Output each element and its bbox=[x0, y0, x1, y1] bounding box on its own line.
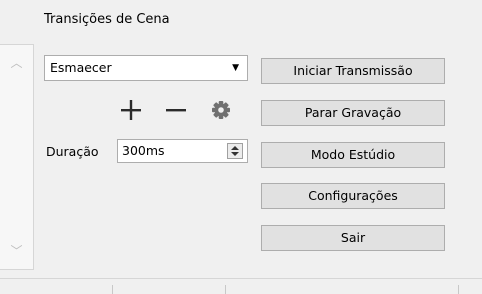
minus-icon[interactable] bbox=[158, 92, 194, 128]
gear-icon[interactable] bbox=[203, 92, 239, 128]
spin-arrows-icon[interactable] bbox=[227, 143, 243, 159]
stop-recording-button[interactable]: Parar Gravação bbox=[261, 100, 445, 126]
status-bar-divider bbox=[0, 278, 482, 279]
studio-mode-button[interactable]: Modo Estúdio bbox=[261, 142, 445, 168]
transition-select-value: Esmaecer bbox=[50, 60, 112, 75]
transition-select[interactable]: Esmaecer ▼ bbox=[44, 55, 248, 81]
exit-button[interactable]: Sair bbox=[261, 225, 445, 251]
scene-transitions-panel-title: Transições de Cena bbox=[44, 12, 170, 27]
status-bar-separator bbox=[458, 285, 459, 294]
plus-icon[interactable] bbox=[113, 92, 149, 128]
spin-up-icon[interactable] bbox=[231, 146, 239, 150]
status-bar-separator bbox=[112, 285, 113, 294]
duration-value[interactable]: 300ms bbox=[122, 140, 165, 162]
settings-button[interactable]: Configurações bbox=[261, 183, 445, 209]
chevron-down-icon[interactable]: ﹀ bbox=[0, 241, 33, 261]
duration-spinbox[interactable]: 300ms bbox=[117, 139, 248, 163]
chevron-up-icon[interactable]: ︿ bbox=[0, 53, 33, 73]
start-streaming-button[interactable]: Iniciar Transmissão bbox=[261, 58, 445, 84]
status-bar-separator bbox=[225, 285, 226, 294]
scene-list-scrollbar[interactable]: ︿ ﹀ bbox=[0, 44, 34, 270]
dropdown-arrow-icon: ▼ bbox=[232, 63, 239, 73]
spin-down-icon[interactable] bbox=[231, 152, 239, 156]
duration-label: Duração bbox=[46, 144, 99, 159]
